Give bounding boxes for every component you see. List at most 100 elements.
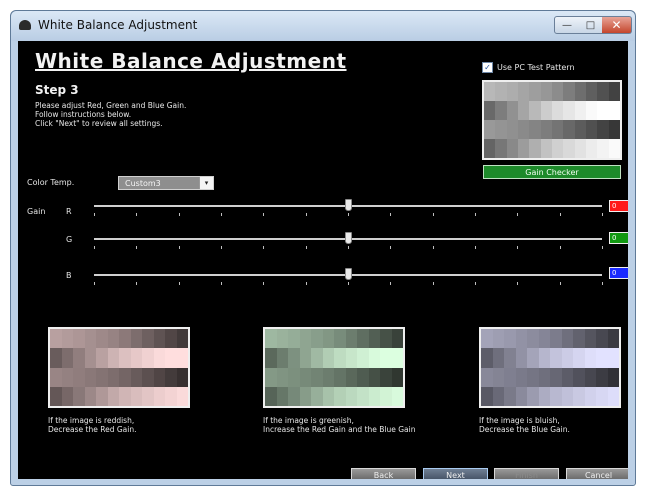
pattern-cell xyxy=(551,139,564,158)
slider-tick xyxy=(433,213,434,216)
pattern-cell xyxy=(527,348,539,368)
greenish-caption: If the image is greenish, Increase the R… xyxy=(263,416,416,434)
slider-tick xyxy=(179,282,180,285)
pattern-cell xyxy=(50,348,62,368)
pattern-cell xyxy=(607,348,619,368)
pattern-cell xyxy=(585,101,598,120)
pattern-cell xyxy=(561,386,573,406)
maximize-button[interactable]: □ xyxy=(579,16,603,34)
test-pattern-preview xyxy=(482,80,622,160)
page-title: White Balance Adjustment xyxy=(35,49,347,73)
pattern-cell xyxy=(608,101,620,120)
pattern-cell xyxy=(84,329,96,349)
pattern-cell xyxy=(345,367,357,387)
pattern-cell xyxy=(529,120,541,139)
slider-tick xyxy=(560,246,561,249)
back-button[interactable]: Back xyxy=(351,468,416,479)
slider-tick xyxy=(390,282,391,285)
caption-line: If the image is reddish, xyxy=(48,416,135,425)
green-gain-value[interactable]: 0 xyxy=(609,232,628,244)
chevron-down-icon[interactable]: ▾ xyxy=(199,177,213,189)
pattern-cell xyxy=(50,386,62,406)
pattern-cell xyxy=(597,139,609,158)
pattern-cell xyxy=(61,329,73,349)
gain-checker-button[interactable]: Gain Checker xyxy=(483,165,621,179)
pattern-cell xyxy=(345,348,357,368)
pattern-cell xyxy=(492,348,504,368)
pattern-cell xyxy=(574,120,586,139)
pattern-cell xyxy=(481,348,493,368)
pattern-cell xyxy=(573,386,585,406)
app-window: White Balance Adjustment — □ ✕ White Bal… xyxy=(10,10,636,486)
pattern-cell xyxy=(391,348,403,368)
pattern-cell xyxy=(596,367,608,387)
cancel-button[interactable]: Cancel xyxy=(566,468,628,479)
pattern-cell xyxy=(504,386,516,406)
slider-tick xyxy=(348,246,349,249)
pattern-cell xyxy=(153,386,165,406)
caption-line: Increase the Red Gain and the Blue Gain xyxy=(263,425,416,434)
pattern-cell xyxy=(492,386,504,406)
pattern-cell xyxy=(527,329,539,349)
slider-tick xyxy=(475,246,476,249)
use-pc-test-pattern-checkbox[interactable]: ✓ Use PC Test Pattern xyxy=(482,62,575,73)
pattern-cell xyxy=(540,139,552,158)
slider-tick xyxy=(433,282,434,285)
pattern-cell xyxy=(481,386,493,406)
pattern-cell xyxy=(357,329,369,349)
pattern-cell xyxy=(607,367,619,387)
slider-tick xyxy=(390,213,391,216)
pattern-cell xyxy=(50,367,62,387)
slider-tick xyxy=(136,246,137,249)
slider-tick xyxy=(602,246,603,249)
pattern-cell xyxy=(515,329,527,349)
pattern-cell xyxy=(391,386,403,406)
pattern-cell xyxy=(96,348,108,368)
pattern-cell xyxy=(584,348,596,368)
pattern-cell xyxy=(107,329,119,349)
pattern-cell xyxy=(585,120,598,139)
checkbox-label: Use PC Test Pattern xyxy=(497,63,575,72)
pattern-cell xyxy=(506,139,518,158)
pattern-cell xyxy=(334,386,346,406)
slider-tick xyxy=(263,213,264,216)
pattern-cell xyxy=(311,367,323,387)
instruction-line: Click "Next" to review all settings. xyxy=(35,119,163,128)
pattern-cell xyxy=(561,348,573,368)
minimize-button[interactable]: — xyxy=(554,16,580,34)
green-gain-slider[interactable] xyxy=(345,232,352,244)
checkbox-checked-icon[interactable]: ✓ xyxy=(482,62,493,73)
pattern-cell xyxy=(357,348,369,368)
pattern-cell xyxy=(504,329,516,349)
pattern-cell xyxy=(334,329,346,349)
pattern-cell xyxy=(540,101,552,120)
red-gain-value[interactable]: 0 xyxy=(609,200,628,212)
red-gain-slider[interactable] xyxy=(345,199,352,211)
pattern-cell xyxy=(561,367,573,387)
slider-tick xyxy=(179,246,180,249)
slider-tick xyxy=(517,213,518,216)
blue-gain-value[interactable]: 0 xyxy=(609,267,628,279)
pattern-cell xyxy=(61,386,73,406)
slider-tick xyxy=(306,246,307,249)
pattern-cell xyxy=(345,386,357,406)
slider-tick xyxy=(306,213,307,216)
title-bar[interactable]: White Balance Adjustment — □ ✕ xyxy=(11,11,635,41)
pattern-cell xyxy=(529,82,541,101)
color-temp-select[interactable]: Custom3 ▾ xyxy=(118,176,214,190)
pattern-cell xyxy=(574,139,586,158)
pattern-cell xyxy=(495,82,507,101)
pattern-cell xyxy=(119,367,131,387)
pattern-cell xyxy=(481,329,493,349)
pattern-cell xyxy=(484,120,496,139)
slider-tick xyxy=(94,213,95,216)
pattern-cell xyxy=(597,101,609,120)
next-button[interactable]: Next xyxy=(423,468,488,479)
step-label: Step 3 xyxy=(35,83,79,97)
close-button[interactable]: ✕ xyxy=(602,16,632,34)
blue-gain-slider[interactable] xyxy=(345,268,352,280)
pattern-cell xyxy=(515,367,527,387)
pattern-cell xyxy=(176,348,188,368)
pattern-cell xyxy=(142,386,154,406)
finish-button[interactable]: Finish xyxy=(494,468,559,479)
